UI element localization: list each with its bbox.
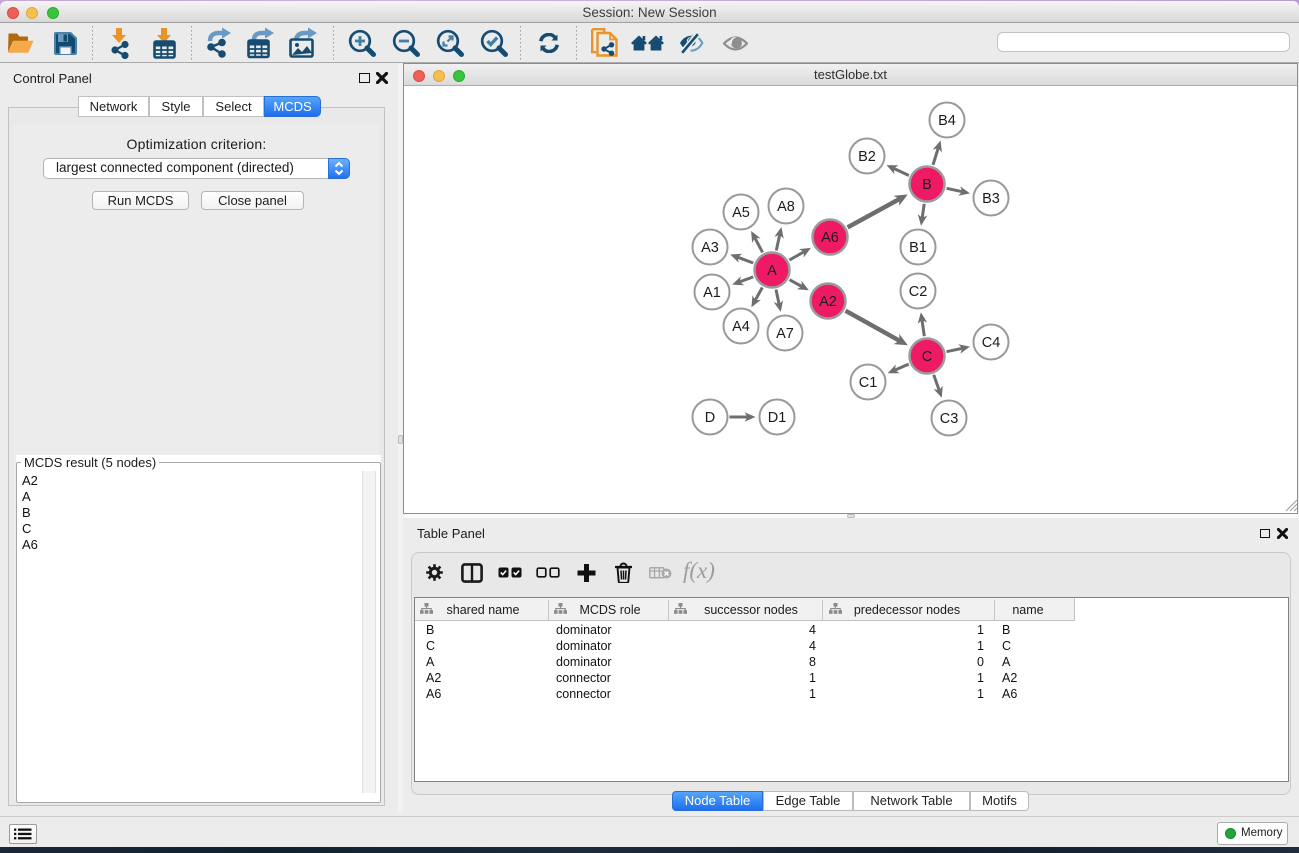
svg-text:B: B — [922, 177, 932, 193]
svg-text:A1: A1 — [703, 285, 721, 301]
svg-text:C1: C1 — [859, 375, 878, 391]
svg-text:A5: A5 — [732, 205, 750, 221]
svg-text:C: C — [922, 349, 932, 365]
svg-text:B3: B3 — [982, 191, 1000, 207]
svg-text:D: D — [705, 410, 715, 426]
svg-text:B4: B4 — [938, 113, 956, 129]
svg-text:A3: A3 — [701, 240, 719, 256]
svg-text:B1: B1 — [909, 240, 927, 256]
svg-text:A2: A2 — [819, 294, 837, 310]
svg-text:A8: A8 — [777, 199, 795, 215]
svg-text:B2: B2 — [858, 149, 876, 165]
svg-text:D1: D1 — [768, 410, 787, 426]
svg-text:C2: C2 — [909, 284, 928, 300]
svg-text:A: A — [767, 263, 777, 279]
svg-text:C4: C4 — [982, 335, 1001, 351]
svg-text:C3: C3 — [940, 411, 959, 427]
svg-text:A7: A7 — [776, 326, 794, 342]
svg-text:A6: A6 — [821, 230, 839, 246]
svg-text:A4: A4 — [732, 319, 750, 335]
